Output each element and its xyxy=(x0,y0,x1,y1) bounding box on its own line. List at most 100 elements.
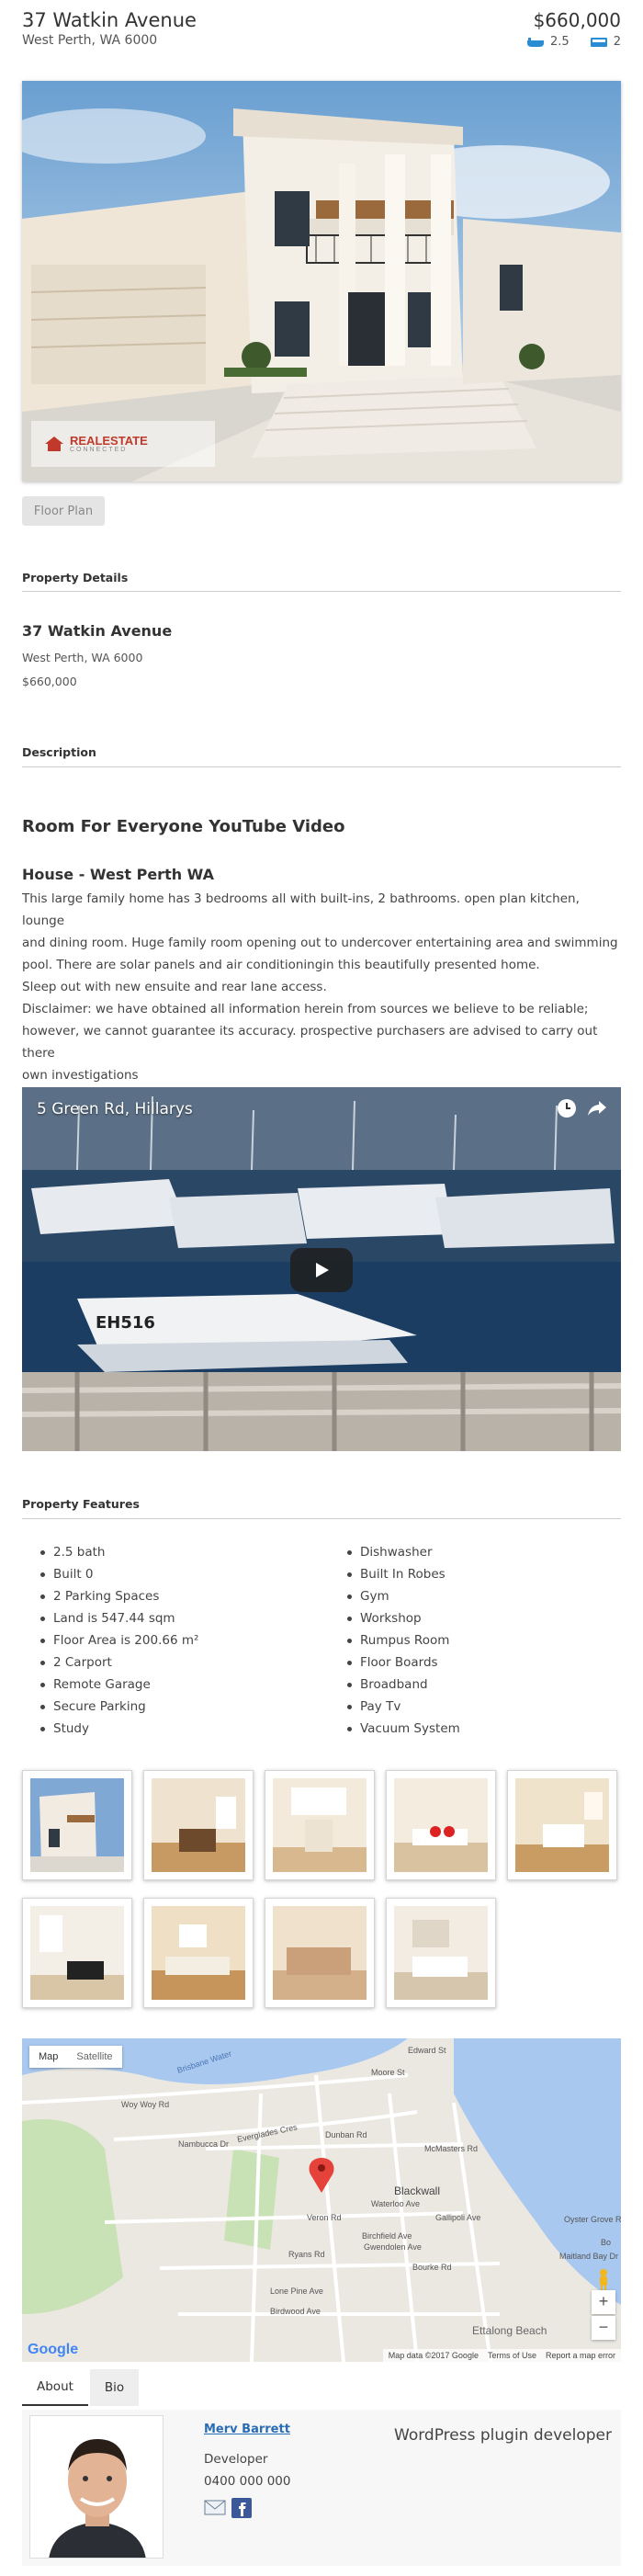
gallery-thumbnail[interactable] xyxy=(265,1898,375,2008)
svg-text:Gwendolen Ave: Gwendolen Ave xyxy=(364,2242,422,2252)
svg-text:Dunban Rd: Dunban Rd xyxy=(325,2130,367,2139)
gallery-thumbnail[interactable] xyxy=(386,1770,496,1880)
play-icon xyxy=(316,1263,329,1277)
disclaimer-line: Disclaimer: we have obtained all informa… xyxy=(22,1002,589,1016)
map-type-control[interactable]: Map Satellite xyxy=(29,2046,122,2068)
map-tab-satellite[interactable]: Satellite xyxy=(67,2046,122,2068)
description-line: This large family home has 3 bedrooms al… xyxy=(22,891,580,928)
gallery-thumbnail[interactable] xyxy=(507,1770,617,1880)
youtube-video-player[interactable]: EH516 5 Green Rd, Hillarys xyxy=(22,1087,621,1451)
svg-text:Edward St: Edward St xyxy=(408,2046,446,2055)
description-paragraph: This large family home has 3 bedrooms al… xyxy=(22,888,619,998)
feature-item: 2 Parking Spaces xyxy=(40,1585,316,1607)
divider xyxy=(22,766,621,767)
feature-item: Gym xyxy=(347,1585,623,1607)
bath-icon xyxy=(527,37,545,47)
tab-about[interactable]: About xyxy=(22,2369,88,2406)
agent-role: Developer xyxy=(204,2452,268,2467)
logo-sub-text: CONNECTED xyxy=(70,447,128,453)
feature-item: Remote Garage xyxy=(40,1674,316,1696)
share-icon[interactable] xyxy=(586,1098,608,1118)
gallery-thumbnail[interactable] xyxy=(386,1898,496,2008)
svg-text:Bourke Rd: Bourke Rd xyxy=(412,2263,452,2272)
avatar xyxy=(29,2415,164,2559)
gallery-thumbnail[interactable] xyxy=(143,1770,254,1880)
feature-item: Dishwasher xyxy=(347,1541,623,1563)
description-heading: Description xyxy=(22,745,96,759)
map-tab-map[interactable]: Map xyxy=(29,2046,68,2068)
svg-text:Veron Rd: Veron Rd xyxy=(307,2213,342,2222)
house-logo-icon xyxy=(45,437,63,451)
details-title: 37 Watkin Avenue xyxy=(22,622,173,640)
email-icon[interactable] xyxy=(204,2498,226,2516)
gallery-thumbnail[interactable] xyxy=(265,1770,375,1880)
svg-text:Ryans Rd: Ryans Rd xyxy=(288,2250,325,2259)
divider xyxy=(22,591,621,592)
svg-text:Maitland Bay Dr: Maitland Bay Dr xyxy=(559,2252,618,2261)
svg-text:Lone Pine Ave: Lone Pine Ave xyxy=(270,2287,323,2296)
car-count: 2 xyxy=(613,35,621,49)
feature-item: Floor Area is 200.66 m² xyxy=(40,1629,316,1651)
svg-text:Blackwall: Blackwall xyxy=(394,2184,440,2197)
feature-item: Pay Tv xyxy=(347,1696,623,1718)
svg-text:Ettalong Beach: Ettalong Beach xyxy=(472,2324,547,2337)
gallery-thumbnail[interactable] xyxy=(22,1770,132,1880)
play-button[interactable] xyxy=(290,1248,353,1292)
agent-card: Merv Barrett Developer 0400 000 000 Word… xyxy=(22,2410,621,2566)
features-heading: Property Features xyxy=(22,1497,140,1511)
listing-meta: 2.5 2 xyxy=(526,35,621,49)
svg-text:Bo: Bo xyxy=(601,2238,611,2247)
svg-text:Oyster Grove Rd: Oyster Grove Rd xyxy=(564,2215,621,2224)
property-photo[interactable]: REALESTATE CONNECTED xyxy=(22,81,621,482)
map-data-credit: Map data ©2017 Google xyxy=(388,2351,479,2360)
zoom-out-button[interactable]: − xyxy=(592,2316,615,2340)
feature-item: Built 0 xyxy=(40,1563,316,1585)
feature-item: Built In Robes xyxy=(347,1563,623,1585)
gallery-thumbnail[interactable] xyxy=(143,1898,254,2008)
agent-phone: 0400 000 000 xyxy=(204,2474,291,2489)
divider xyxy=(22,1518,621,1519)
facebook-icon[interactable] xyxy=(231,2498,252,2518)
disclaimer-paragraph: Disclaimer: we have obtained all informa… xyxy=(22,998,619,1086)
feature-item: Vacuum System xyxy=(347,1718,623,1740)
zoom-in-button[interactable]: + xyxy=(592,2290,615,2314)
feature-item: Broadband xyxy=(347,1674,623,1696)
disclaimer-line: however, we cannot guarantee its accurac… xyxy=(22,1024,598,1061)
description-line: and dining room. Huge family room openin… xyxy=(22,936,618,950)
google-logo-text: Google xyxy=(28,2342,79,2357)
report-error-link[interactable]: Report a map error xyxy=(546,2351,615,2360)
svg-text:Nambucca Dr: Nambucca Dr xyxy=(178,2139,229,2149)
disclaimer-line: own investigations xyxy=(22,1068,139,1083)
details-address: West Perth, WA 6000 xyxy=(22,651,143,664)
logo-main-text: REALESTATE xyxy=(70,434,148,448)
feature-item: 2.5 bath xyxy=(40,1541,316,1563)
terms-link[interactable]: Terms of Use xyxy=(488,2351,536,2360)
floor-plan-button[interactable]: Floor Plan xyxy=(22,496,105,526)
feature-item: Study xyxy=(40,1718,316,1740)
feature-item: Workshop xyxy=(347,1607,623,1629)
bath-count: 2.5 xyxy=(550,35,570,49)
agent-tabs: About Bio xyxy=(22,2369,140,2406)
pegman-icon[interactable] xyxy=(595,2268,612,2292)
agent-bio: WordPress plugin developer xyxy=(394,2426,612,2445)
description-line: pool. There are solar panels and air con… xyxy=(22,958,540,972)
watch-later-icon[interactable] xyxy=(557,1098,577,1118)
feature-item: Secure Parking xyxy=(40,1696,316,1718)
svg-text:McMasters Rd: McMasters Rd xyxy=(424,2144,478,2153)
feature-item: Rumpus Room xyxy=(347,1629,623,1651)
video-heading: Room For Everyone YouTube Video xyxy=(22,817,345,836)
agent-contact-icons xyxy=(204,2498,252,2518)
svg-text:Waterloo Ave: Waterloo Ave xyxy=(371,2199,420,2208)
agency-logo: REALESTATE CONNECTED xyxy=(31,421,215,467)
gallery-thumbnail[interactable] xyxy=(22,1898,132,2008)
tab-bio[interactable]: Bio xyxy=(89,2369,140,2406)
svg-text:Woy Woy Rd: Woy Woy Rd xyxy=(121,2100,169,2109)
property-details-heading: Property Details xyxy=(22,571,129,584)
map-tiles: Brisbane Water Woy Woy Rd Nambucca Dr Ev… xyxy=(22,2038,621,2362)
location-map[interactable]: Brisbane Water Woy Woy Rd Nambucca Dr Ev… xyxy=(22,2038,621,2362)
agent-name-link[interactable]: Merv Barrett xyxy=(204,2423,290,2436)
features-list-right: Dishwasher Built In Robes Gym Workshop R… xyxy=(347,1541,623,1740)
svg-text:Birdwood Ave: Birdwood Ave xyxy=(270,2307,321,2316)
feature-item: Floor Boards xyxy=(347,1651,623,1674)
description-subheading: House - West Perth WA xyxy=(22,866,214,883)
